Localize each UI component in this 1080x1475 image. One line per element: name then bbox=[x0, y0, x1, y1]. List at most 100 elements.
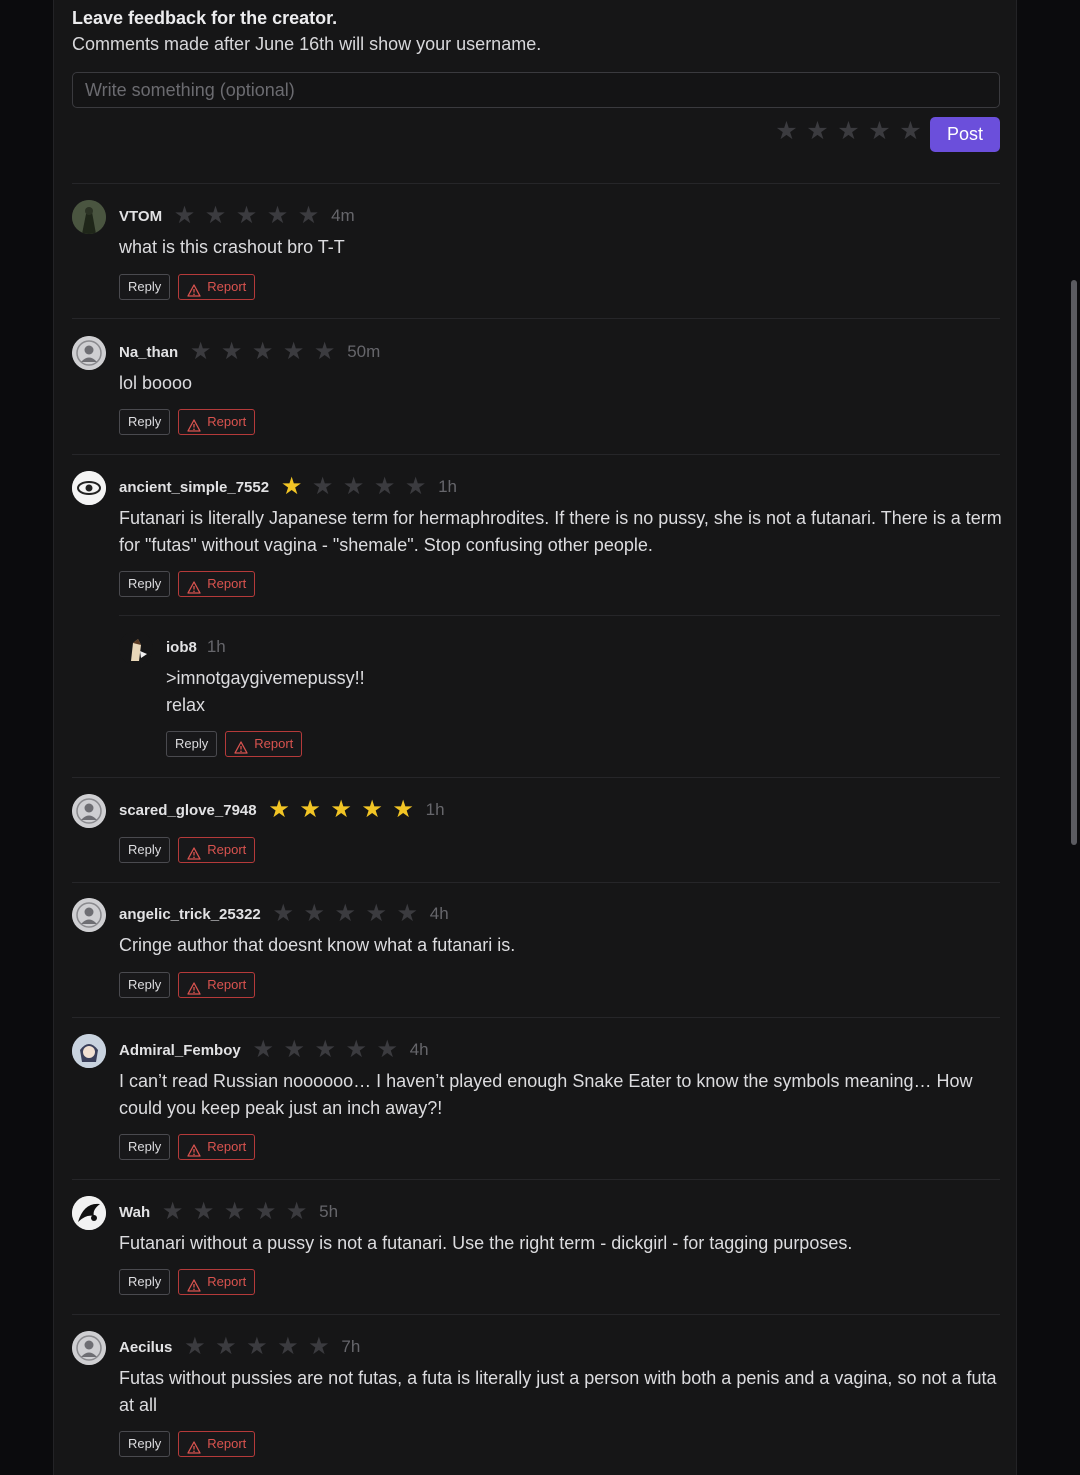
warning-icon bbox=[187, 1141, 201, 1157]
username[interactable]: VTOM bbox=[119, 208, 162, 225]
star-icon: ★ bbox=[246, 1333, 268, 1360]
reply-button[interactable]: Reply bbox=[119, 409, 171, 435]
star-icon[interactable]: ★ bbox=[867, 117, 892, 145]
comment-text: >imnotgaygivemepussy!! relax bbox=[166, 668, 365, 715]
timestamp: 4h bbox=[409, 1040, 429, 1059]
avatar[interactable] bbox=[72, 898, 106, 932]
comment: angelic_trick_25322 ★ ★ ★ ★ ★ 4h Cringe auth… bbox=[72, 898, 1000, 1003]
star-icon: ★ bbox=[392, 796, 414, 823]
star-icon: ★ bbox=[313, 338, 336, 365]
avatar[interactable] bbox=[119, 631, 153, 665]
star-icon[interactable]: ★ bbox=[805, 117, 830, 145]
reply-button[interactable]: Reply bbox=[166, 731, 218, 757]
warning-icon bbox=[187, 1438, 201, 1454]
username[interactable]: ancient_simple_7552 bbox=[119, 479, 269, 496]
comment-input[interactable] bbox=[72, 72, 1000, 108]
username[interactable]: angelic_trick_25322 bbox=[119, 906, 261, 923]
warning-icon bbox=[187, 1276, 201, 1292]
star-icon: ★ bbox=[299, 796, 321, 823]
star-icon: ★ bbox=[251, 338, 274, 365]
post-button[interactable]: Post bbox=[930, 117, 1000, 152]
timestamp: 4h bbox=[429, 904, 449, 923]
star-icon: ★ bbox=[254, 1198, 277, 1225]
divider bbox=[72, 777, 1000, 778]
avatar[interactable] bbox=[72, 1034, 106, 1068]
reply-button[interactable]: Reply bbox=[119, 571, 171, 597]
timestamp: 1h bbox=[206, 637, 226, 656]
star-icon: ★ bbox=[308, 1333, 330, 1360]
avatar[interactable] bbox=[72, 794, 106, 828]
avatar[interactable] bbox=[72, 200, 106, 234]
warning-icon bbox=[234, 738, 248, 754]
comment-text: Cringe author that doesnt know what a fu… bbox=[119, 935, 516, 955]
reply-button[interactable]: Reply bbox=[119, 274, 171, 300]
report-label: Report bbox=[207, 842, 247, 857]
report-button[interactable]: Report bbox=[178, 1269, 256, 1295]
star-icon: ★ bbox=[184, 1333, 206, 1360]
avatar[interactable] bbox=[72, 336, 106, 370]
star-icon: ★ bbox=[280, 473, 303, 500]
star-icon: ★ bbox=[235, 202, 258, 229]
comment-text: Futanari without a pussy is not a futana… bbox=[119, 1233, 853, 1253]
comment: scared_glove_7948 ★ ★ ★ ★ ★ 1h Reply Report bbox=[72, 794, 1000, 874]
comment-text: Futas without pussies are not futas, a f… bbox=[119, 1368, 997, 1415]
rating-stars: ★ ★ ★ ★ ★ bbox=[188, 338, 337, 366]
rating-input[interactable]: ★ ★ ★ ★ ★ bbox=[774, 117, 923, 145]
comment-text: Futanari is literally Japanese term for … bbox=[119, 508, 1002, 555]
rating-stars: ★ ★ ★ ★ ★ bbox=[279, 473, 428, 501]
comment-actions: Reply Report bbox=[119, 1134, 256, 1160]
warning-icon bbox=[187, 979, 201, 995]
comment-actions: Reply Report bbox=[119, 409, 256, 435]
report-button[interactable]: Report bbox=[178, 837, 256, 863]
divider bbox=[72, 318, 1000, 319]
report-button[interactable]: Report bbox=[178, 1431, 256, 1457]
username[interactable]: Aecilus bbox=[119, 1339, 172, 1356]
divider bbox=[72, 454, 1000, 455]
star-icon: ★ bbox=[285, 1198, 308, 1225]
report-button[interactable]: Report bbox=[178, 571, 256, 597]
reply-button[interactable]: Reply bbox=[119, 1269, 171, 1295]
timestamp: 4m bbox=[331, 206, 355, 225]
comment: Admiral_Femboy ★ ★ ★ ★ ★ 4h I can’t read Rus… bbox=[72, 1034, 1000, 1169]
feedback-subtitle: Comments made after June 16th will show … bbox=[72, 34, 542, 54]
rating-stars: ★ ★ ★ ★ ★ bbox=[182, 1333, 331, 1361]
reply-button[interactable]: Reply bbox=[119, 837, 171, 863]
reply-button[interactable]: Reply bbox=[119, 972, 171, 998]
report-button[interactable]: Report bbox=[178, 409, 256, 435]
reply-button[interactable]: Reply bbox=[119, 1431, 171, 1457]
username[interactable]: Admiral_Femboy bbox=[119, 1042, 241, 1059]
reply-button[interactable]: Reply bbox=[119, 1134, 171, 1160]
rating-stars: ★ ★ ★ ★ ★ bbox=[267, 796, 416, 824]
avatar[interactable] bbox=[72, 471, 106, 505]
star-icon[interactable]: ★ bbox=[898, 117, 923, 145]
comment-actions: Reply Report bbox=[119, 1431, 256, 1457]
star-icon: ★ bbox=[215, 1333, 237, 1360]
comment: Wah ★ ★ ★ ★ ★ 5h Futanari without a pussy is… bbox=[72, 1196, 1000, 1301]
warning-icon bbox=[187, 844, 201, 860]
star-icon[interactable]: ★ bbox=[774, 117, 799, 145]
report-button[interactable]: Report bbox=[178, 972, 256, 998]
username[interactable]: iob8 bbox=[166, 639, 197, 656]
scrollbar[interactable] bbox=[1071, 280, 1077, 845]
username[interactable]: Na_than bbox=[119, 344, 178, 361]
comment-actions: Reply Report bbox=[119, 571, 256, 597]
avatar[interactable] bbox=[72, 1331, 106, 1365]
report-button[interactable]: Report bbox=[225, 731, 303, 757]
star-icon: ★ bbox=[173, 202, 196, 229]
star-icon: ★ bbox=[311, 473, 334, 500]
star-icon: ★ bbox=[282, 338, 305, 365]
username[interactable]: scared_glove_7948 bbox=[119, 802, 257, 819]
rating-stars: ★ ★ ★ ★ ★ bbox=[172, 202, 321, 230]
report-button[interactable]: Report bbox=[178, 274, 256, 300]
star-icon: ★ bbox=[314, 1036, 336, 1063]
star-icon: ★ bbox=[266, 202, 289, 229]
star-icon: ★ bbox=[373, 473, 396, 500]
divider bbox=[72, 882, 1000, 883]
star-icon[interactable]: ★ bbox=[836, 117, 861, 145]
star-icon: ★ bbox=[277, 1333, 299, 1360]
comment-actions: Reply Report bbox=[119, 274, 256, 300]
report-button[interactable]: Report bbox=[178, 1134, 256, 1160]
username[interactable]: Wah bbox=[119, 1204, 150, 1221]
avatar[interactable] bbox=[72, 1196, 106, 1230]
comment-text: what is this crashout bro T-T bbox=[119, 237, 345, 257]
